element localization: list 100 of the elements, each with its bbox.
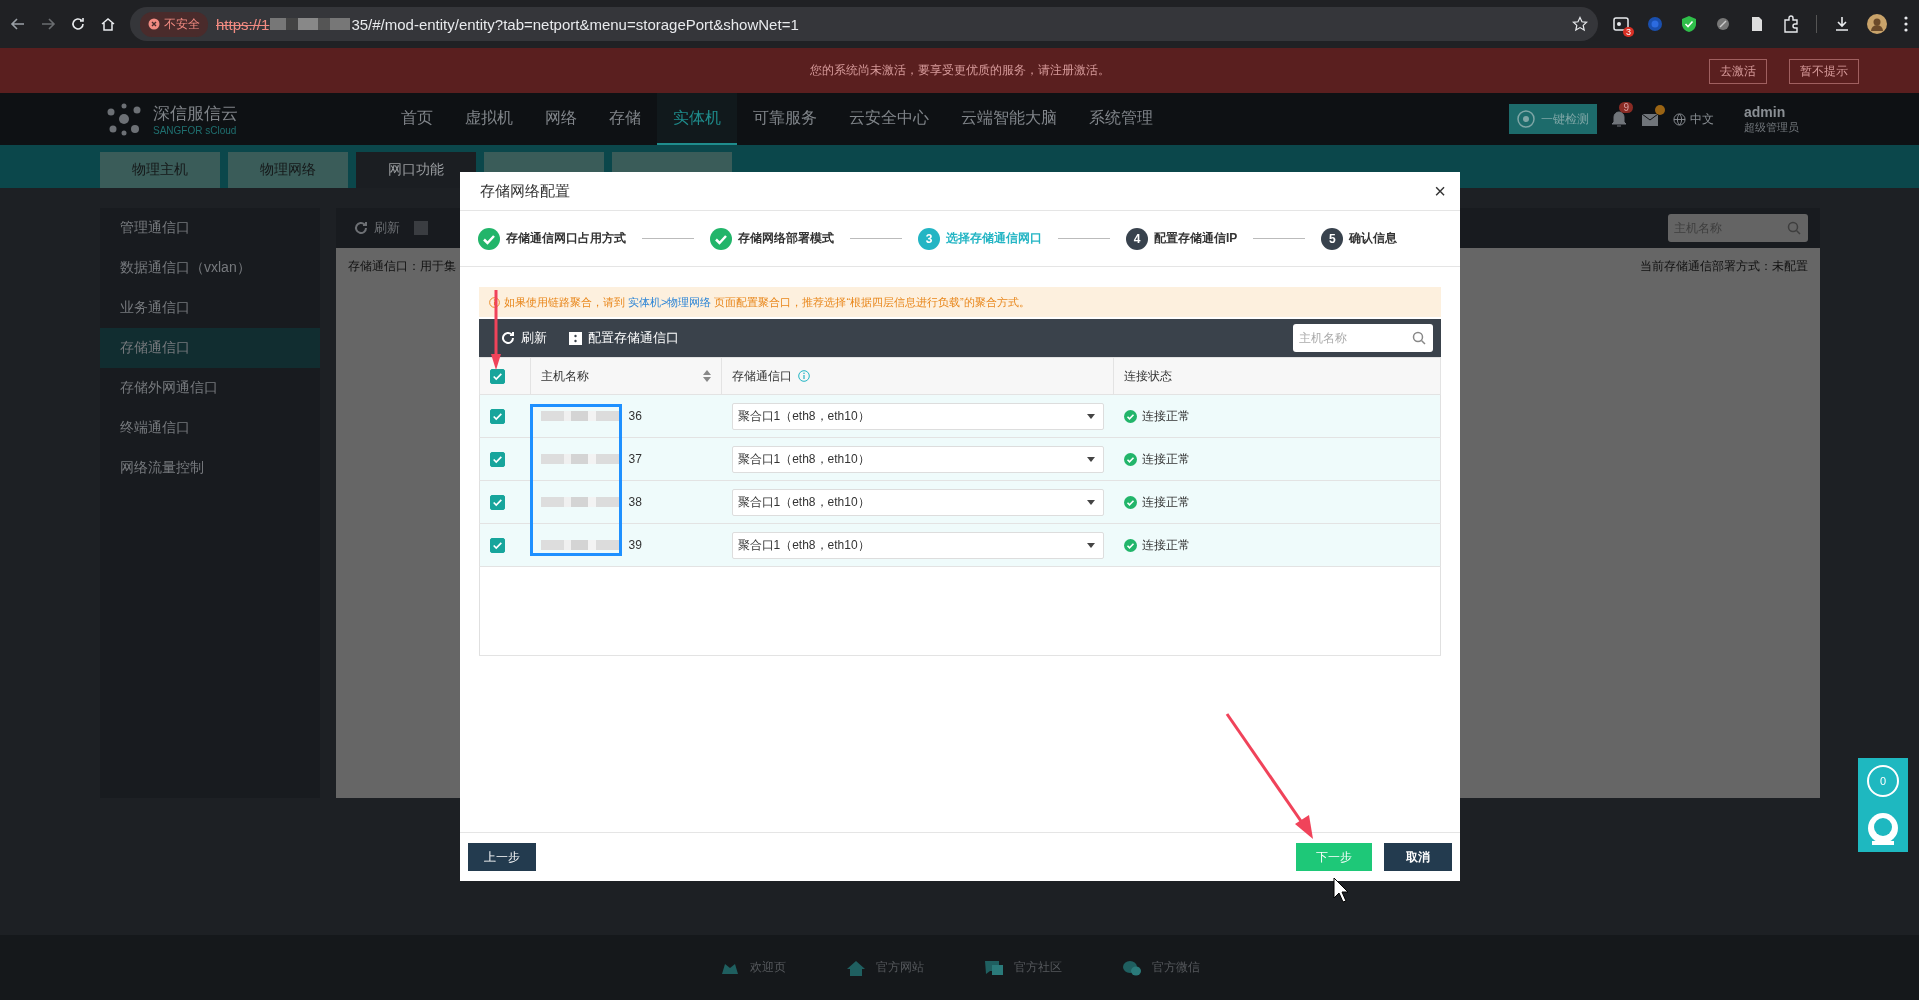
extension-icon[interactable] [1612,15,1630,33]
nav-item[interactable]: 实体机 [657,93,737,145]
panel-icon [569,331,582,345]
extension-badge: 3 [1623,27,1634,37]
step-number: 3 [918,227,940,250]
disc-icon[interactable] [1714,15,1732,33]
bell-icon[interactable] [1611,110,1627,128]
port-dropdown[interactable]: 聚合口1（eth8，eth10） [731,402,1104,430]
nav-item[interactable]: 可靠服务 [737,93,833,145]
step-label: 存储通信网口占用方式 [506,230,626,247]
table-cell: 连接正常 [1141,536,1190,554]
puzzle-icon[interactable] [1782,15,1800,33]
info-icon [489,296,500,308]
shield-icon[interactable] [1680,15,1698,33]
step-label: 配置存储通信IP [1154,230,1238,247]
url-scheme: https://1 [216,15,270,33]
sort-icon[interactable] [703,370,711,382]
security-badge[interactable]: 不安全 [140,11,208,37]
step-label: 存储网络部署模式 [738,230,834,247]
product-subtitle: SANGFOR sCloud [153,125,238,136]
step-number: 5 [1321,227,1344,250]
nav-item[interactable]: 首页 [385,93,449,145]
port-dropdown[interactable]: 聚合口1（eth8，eth10） [731,445,1104,473]
step-label: 选择存储通信网口 [946,230,1042,247]
warning-icon [148,18,160,30]
search-icon[interactable] [1412,331,1426,345]
nav-item[interactable]: 存储 [593,93,657,145]
caret-icon [1086,413,1095,419]
nav-item[interactable]: 云安全中心 [833,93,945,145]
mail-icon[interactable] [1641,111,1659,127]
nav-item[interactable]: 云端智能大脑 [945,93,1073,145]
more-menu-icon[interactable] [1903,15,1909,33]
info-icon [798,370,810,382]
deploy-status-text: 当前存储通信部署方式：未配置 [1640,258,1808,275]
back-arrow-icon[interactable] [10,16,26,32]
sidebar-item[interactable]: 管理通信口 [100,208,320,248]
banner-button[interactable]: 暂不提示 [1789,59,1859,84]
description-text: 存储通信口：用于集 [348,258,456,275]
table-cell: 36 [628,409,642,423]
table-cell: 连接正常 [1141,493,1190,511]
avatar-icon[interactable] [1867,14,1887,34]
table-cell: 39 [628,538,642,552]
checkbox[interactable] [490,537,505,553]
forward-arrow-icon[interactable] [40,16,56,32]
tab[interactable]: 网口功能 [356,152,476,188]
sidebar-item[interactable]: 网络流量控制 [100,448,320,488]
caret-icon [1086,456,1095,462]
download-icon[interactable] [1833,15,1851,33]
table-cell: 37 [628,452,642,466]
sidebar-item[interactable]: 存储通信口 [100,328,320,368]
dialog-title: 存储网络配置 [480,181,570,201]
step-label: 确认信息 [1349,230,1398,247]
molecule-logo-icon [105,102,143,136]
nav-item[interactable]: 系统管理 [1073,93,1169,145]
checkbox[interactable] [490,451,505,467]
table-cell: 连接正常 [1141,407,1190,425]
sidebar-item[interactable]: 业务通信口 [100,288,320,328]
close-button[interactable]: × [1434,179,1446,203]
checkbox[interactable] [490,408,505,424]
alert-text: 如果使用链路聚合，请到 实体机>物理网络 页面配置聚合口，推荐选择“根据四层信息进行负载”的聚合方式。 [504,294,1030,310]
refresh-icon [354,221,368,235]
table-cell: 连接正常 [1141,450,1190,468]
url-text: 35/#/mod-entity/entity?tab=netport&menu=storagePort&showNet=1 [351,15,799,33]
activation-message: 您的系统尚未激活，要享受更优质的服务，请注册激活。 [809,62,1110,79]
cancel-button[interactable]: 取消 [1384,843,1452,871]
nav-item[interactable]: 网络 [529,93,593,145]
refresh-button[interactable]: 刷新 [348,218,406,238]
address-bar[interactable]: 不安全 https://1 35/#/mod-entity/entity?tab=netport&menu=storagePort&showNet=1 [130,7,1598,41]
refresh-button[interactable]: 刷新 [501,329,547,347]
target-icon [1517,110,1535,128]
sidebar-item[interactable]: 存储外网通信口 [100,368,320,408]
column-header: 主机名称 [541,367,589,385]
check-circle-icon [1123,495,1137,509]
notification-badge: 9 [1619,102,1633,113]
port-dropdown[interactable]: 聚合口1（eth8，eth10） [731,531,1104,559]
language-menu[interactable]: 中文 [1673,110,1714,128]
product-name: 深信服信云 [153,103,238,125]
checkbox[interactable] [490,368,505,384]
sidebar-item[interactable]: 数据通信口（vxlan） [100,248,320,288]
refresh-icon [501,331,515,345]
configure-button[interactable]: 配置存储通信口 [569,329,679,347]
search-field[interactable]: 主机名称 [1293,324,1433,352]
caret-icon [1086,542,1095,548]
port-dropdown[interactable]: 聚合口1（eth8，eth10） [731,488,1104,516]
star-icon[interactable] [1572,16,1588,32]
counter: 0 [1867,765,1899,797]
check-circle-icon [1123,538,1137,552]
user-name[interactable]: admin [1744,103,1799,120]
sidebar-item[interactable]: 终端通信口 [100,408,320,448]
checkbox[interactable] [490,494,505,510]
home-icon[interactable] [100,16,116,32]
banner-button[interactable]: 去激活 [1709,59,1767,84]
home-icon [845,958,866,977]
nav-item[interactable]: 虚拟机 [449,93,529,145]
column-header: 存储通信口 [732,367,792,385]
previous-button[interactable]: 上一步 [468,843,536,871]
notification-dot [1655,105,1665,115]
reload-icon[interactable] [70,16,86,32]
step-number: 4 [1126,227,1148,250]
link[interactable]: 实体机>物理网络 [628,295,712,308]
